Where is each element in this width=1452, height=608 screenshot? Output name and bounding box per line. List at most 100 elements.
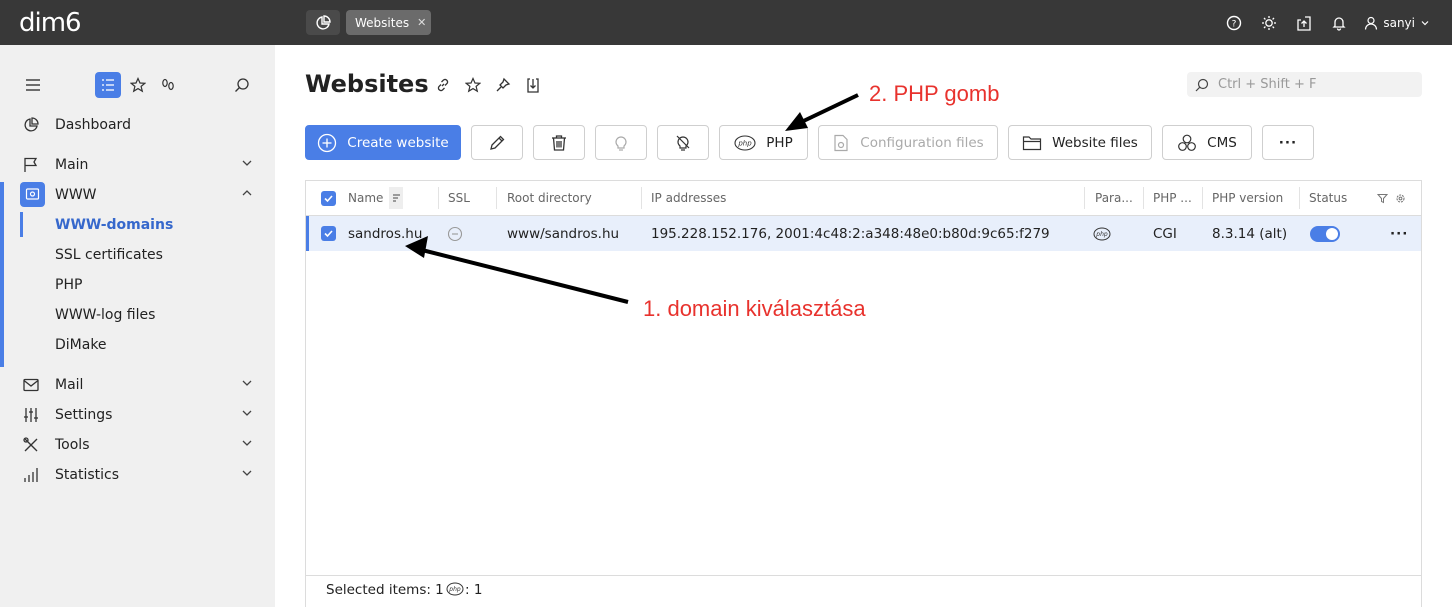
lightbulb-icon bbox=[615, 135, 627, 151]
disable-button[interactable] bbox=[657, 125, 709, 160]
configuration-files-label: Configuration files bbox=[860, 134, 984, 151]
cell-php-version: 8.3.14 (alt) bbox=[1212, 225, 1288, 242]
php-button-label: PHP bbox=[766, 134, 793, 151]
cell-name[interactable]: sandros.hu bbox=[348, 216, 422, 251]
column-status[interactable]: Status bbox=[1309, 181, 1347, 215]
chevron-down-icon bbox=[241, 157, 253, 173]
php-count: : 1 bbox=[465, 582, 483, 598]
sidebar-item-label: WWW bbox=[55, 187, 97, 203]
svg-text:php: php bbox=[738, 139, 753, 147]
sidebar-subitem-ssl-certificates[interactable]: SSL certificates bbox=[55, 247, 163, 263]
file-settings-icon bbox=[834, 134, 848, 151]
sidebar-item-tools[interactable]: Tools bbox=[0, 430, 275, 460]
mail-icon bbox=[22, 377, 40, 393]
column-root-directory[interactable]: Root directory bbox=[507, 181, 592, 215]
column-parameters[interactable]: Para... bbox=[1095, 181, 1133, 215]
configuration-files-button[interactable]: Configuration files bbox=[818, 125, 998, 160]
sidebar-item-label: Dashboard bbox=[55, 117, 131, 133]
sidebar-item-label: Tools bbox=[55, 437, 90, 453]
bar-chart-icon bbox=[22, 467, 40, 483]
favorites-star-icon[interactable] bbox=[125, 72, 151, 98]
cms-circles-icon bbox=[1178, 134, 1197, 151]
sidebar-item-settings[interactable]: Settings bbox=[0, 400, 275, 430]
sort-icon[interactable] bbox=[389, 187, 404, 209]
svg-text:php: php bbox=[1095, 231, 1108, 238]
sidebar-subitem-php[interactable]: PHP bbox=[55, 277, 82, 293]
column-name[interactable]: Name bbox=[348, 181, 404, 215]
tab-websites-label: Websites bbox=[355, 15, 410, 30]
status-toggle[interactable] bbox=[1310, 216, 1340, 251]
search-input[interactable] bbox=[1218, 77, 1398, 92]
column-settings-gear-icon[interactable] bbox=[1395, 181, 1406, 215]
create-website-button[interactable]: Create website bbox=[305, 125, 461, 160]
sidebar-item-statistics[interactable]: Statistics bbox=[0, 460, 275, 490]
menu-hamburger-icon[interactable] bbox=[20, 72, 46, 98]
search-icon bbox=[1195, 78, 1209, 91]
chevron-down-icon bbox=[241, 467, 253, 483]
footprints-icon[interactable] bbox=[155, 72, 181, 98]
sliders-icon bbox=[22, 407, 40, 423]
svg-text:?: ? bbox=[1231, 19, 1236, 29]
annotation-step-1: 1. domain kiválasztása bbox=[643, 296, 866, 321]
chevron-down-icon bbox=[241, 377, 253, 393]
websites-table: Name SSL Root directory IP addresses Par… bbox=[305, 180, 1422, 607]
upload-icon[interactable] bbox=[1286, 0, 1321, 45]
cms-label: CMS bbox=[1207, 134, 1237, 151]
lightbulb-off-icon bbox=[676, 135, 690, 151]
link-icon[interactable] bbox=[434, 76, 452, 94]
sidebar: Dashboard Main WWW WWW-domains SSL certi… bbox=[0, 45, 275, 607]
column-ip-addresses[interactable]: IP addresses bbox=[651, 181, 726, 215]
sidebar-subitem-www-domains[interactable]: WWW-domains bbox=[55, 217, 173, 233]
logo[interactable]: dim6 bbox=[19, 8, 82, 38]
table-row[interactable]: sandros.hu www/sandros.hu 195.228.152.17… bbox=[306, 216, 1421, 251]
sidebar-item-label: Statistics bbox=[55, 467, 119, 483]
favorite-star-icon[interactable] bbox=[464, 76, 482, 94]
annotation-step-2: 2. PHP gomb bbox=[869, 81, 1000, 106]
svg-text:php: php bbox=[448, 586, 461, 593]
sidebar-item-mail[interactable]: Mail bbox=[0, 370, 275, 400]
chevron-down-icon bbox=[1421, 20, 1429, 25]
selected-items-count: Selected items: 1 bbox=[326, 582, 444, 598]
help-icon[interactable]: ? bbox=[1216, 0, 1251, 45]
sidebar-item-dashboard[interactable]: Dashboard bbox=[0, 110, 275, 140]
table-footer: Selected items: 1 php : 1 bbox=[306, 575, 1421, 608]
enable-button[interactable] bbox=[595, 125, 647, 160]
php-button[interactable]: php PHP bbox=[719, 125, 808, 160]
column-ssl[interactable]: SSL bbox=[448, 181, 470, 215]
edit-button[interactable] bbox=[471, 125, 523, 160]
sidebar-subitem-www-log-files[interactable]: WWW-log files bbox=[55, 307, 155, 323]
column-php-mode[interactable]: PHP ... bbox=[1153, 181, 1192, 215]
sidebar-item-label: Settings bbox=[55, 407, 113, 423]
plus-circle-icon bbox=[318, 133, 337, 152]
folder-icon bbox=[1023, 135, 1042, 150]
select-all-checkbox[interactable] bbox=[321, 181, 336, 215]
user-name: sanyi bbox=[1383, 15, 1415, 30]
chevron-up-icon bbox=[241, 187, 253, 203]
sidebar-subitem-dimake[interactable]: DiMake bbox=[55, 337, 107, 353]
cms-button[interactable]: CMS bbox=[1162, 125, 1252, 160]
flag-icon bbox=[22, 157, 40, 173]
php-icon: php bbox=[734, 134, 756, 151]
website-files-button[interactable]: Website files bbox=[1008, 125, 1152, 160]
row-more-icon[interactable]: ··· bbox=[1390, 216, 1408, 251]
top-icons: ? sanyi bbox=[1216, 0, 1452, 45]
dashboard-tab[interactable] bbox=[306, 10, 340, 35]
close-tab-icon[interactable]: ✕ bbox=[417, 16, 426, 29]
user-menu[interactable]: sanyi bbox=[1364, 16, 1430, 30]
row-checkbox[interactable] bbox=[321, 216, 336, 251]
more-actions-button[interactable]: ··· bbox=[1262, 125, 1314, 160]
notification-bell-icon[interactable] bbox=[1321, 0, 1356, 45]
search-icon[interactable] bbox=[229, 72, 255, 98]
more-icon: ··· bbox=[1278, 134, 1298, 151]
filter-icon[interactable] bbox=[1377, 181, 1388, 215]
sidebar-item-main[interactable]: Main bbox=[0, 150, 275, 180]
sidebar-item-www[interactable]: WWW bbox=[0, 180, 275, 210]
delete-button[interactable] bbox=[533, 125, 585, 160]
download-icon[interactable] bbox=[524, 76, 542, 94]
theme-sun-icon[interactable] bbox=[1251, 0, 1286, 45]
column-php-version[interactable]: PHP version bbox=[1212, 181, 1283, 215]
list-view-icon[interactable] bbox=[95, 72, 121, 98]
tab-websites[interactable]: Websites ✕ bbox=[346, 10, 431, 35]
pin-icon[interactable] bbox=[494, 76, 512, 94]
search-box[interactable] bbox=[1187, 72, 1422, 97]
